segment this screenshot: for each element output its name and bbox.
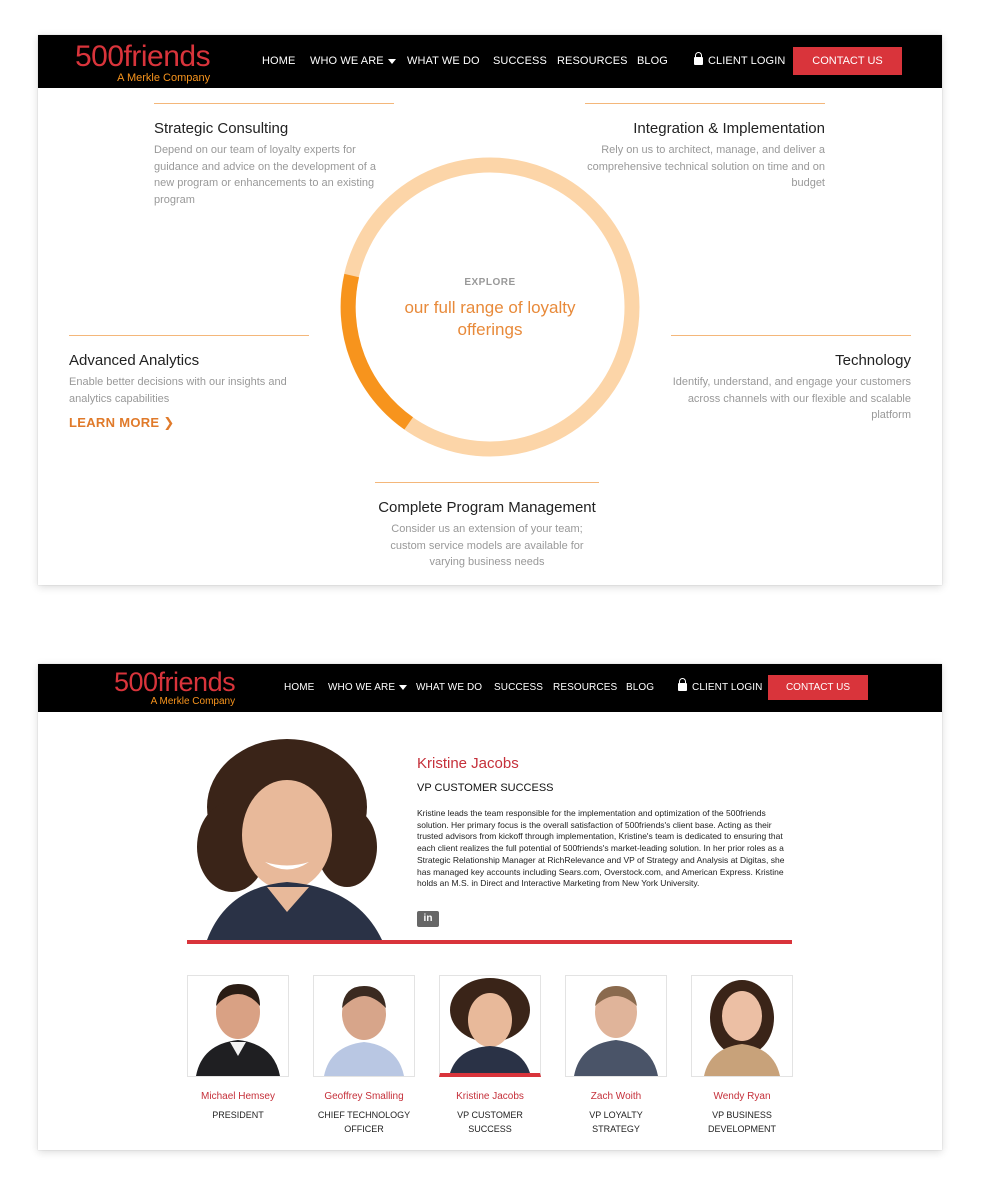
team-card-michael-hemsey[interactable]: Michael Hemsey PRESIDENT — [187, 975, 289, 1122]
divider — [69, 335, 309, 336]
offering-title: Complete Program Management — [378, 499, 596, 516]
top-nav: 500friends A Merkle Company HOME WHO WE … — [38, 35, 942, 88]
offering-description: Identify, understand, and engage your cu… — [672, 376, 911, 421]
team-card-wendy-ryan[interactable]: Wendy Ryan VP BUSINESS DEVELOPMENT — [691, 975, 793, 1136]
offering-title: Integration & Implementation — [633, 120, 825, 137]
logo[interactable]: 500friends A Merkle Company — [114, 667, 236, 708]
team-role: VP BUSINESS DEVELOPMENT — [707, 1110, 776, 1134]
chevron-down-icon — [387, 58, 396, 64]
contact-us-button[interactable]: CONTACT US — [768, 675, 868, 700]
offering-title: Advanced Analytics — [69, 352, 200, 369]
divider — [375, 482, 599, 483]
person-photo — [692, 976, 792, 1076]
offering-advanced-analytics[interactable]: Advanced Analytics Enable better decisio… — [69, 335, 309, 431]
team-name: Wendy Ryan — [713, 1091, 771, 1102]
team-card-zach-woith[interactable]: Zach Woith VP LOYALTY STRATEGY — [565, 975, 667, 1136]
team-role: VP LOYALTY STRATEGY — [589, 1110, 643, 1134]
chevron-right-icon: ❯ — [163, 415, 175, 430]
nav-who-we-are-label: WHO WE ARE — [328, 682, 396, 693]
nav-success[interactable]: SUCCESS — [494, 682, 543, 693]
team-photo[interactable] — [691, 975, 793, 1077]
lock-icon — [678, 678, 687, 691]
team-photo[interactable] — [439, 975, 541, 1077]
team-photo[interactable] — [313, 975, 415, 1077]
team-role: PRESIDENT — [212, 1110, 264, 1120]
nav-who-we-are[interactable]: WHO WE ARE — [328, 682, 408, 693]
offerings-ring[interactable]: EXPLORE our full range of loyalty offeri… — [340, 157, 640, 457]
nav-who-we-are-label: WHO WE ARE — [310, 55, 384, 67]
team-card-kristine-jacobs[interactable]: Kristine Jacobs VP CUSTOMER SUCCESS — [439, 975, 541, 1136]
top-nav: 500friends A Merkle Company HOME WHO WE … — [38, 664, 942, 712]
nav-home[interactable]: HOME — [284, 682, 314, 693]
team-photo[interactable] — [565, 975, 667, 1077]
team-role: CHIEF TECHNOLOGY OFFICER — [317, 1110, 411, 1134]
divider — [585, 103, 825, 104]
nav-what-we-do[interactable]: WHAT WE DO — [407, 55, 480, 67]
team-name: Geoffrey Smalling — [324, 1091, 404, 1102]
person-photo — [187, 737, 389, 940]
logo-tagline: A Merkle Company — [150, 696, 236, 707]
explore-label: EXPLORE — [464, 277, 516, 288]
offering-description: Enable better decisions with our insight… — [69, 376, 287, 405]
nav-home[interactable]: HOME — [262, 55, 295, 67]
client-login-link[interactable]: CLIENT LOGIN — [678, 678, 763, 693]
person-photo — [188, 976, 288, 1076]
offering-title: Strategic Consulting — [154, 120, 289, 137]
team-role: VP CUSTOMER SUCCESS — [457, 1110, 523, 1134]
nav-what-we-do[interactable]: WHAT WE DO — [416, 682, 482, 693]
profile-bio: Kristine leads the team responsible for … — [417, 808, 785, 889]
profile-name: Kristine Jacobs — [417, 755, 519, 772]
logo-wordmark: 500friends — [114, 667, 236, 697]
lock-icon — [694, 52, 703, 65]
nav-success[interactable]: SUCCESS — [493, 55, 547, 67]
client-login-label: CLIENT LOGIN — [708, 55, 786, 67]
profile-divider — [187, 940, 792, 944]
divider — [671, 335, 911, 336]
team-name: Michael Hemsey — [201, 1091, 275, 1102]
learn-more-link[interactable]: LEARN MORE ❯ — [69, 415, 309, 431]
team-screen: 500friends A Merkle Company HOME WHO WE … — [38, 664, 942, 1150]
logo-wordmark: 500friends — [75, 40, 211, 73]
person-photo — [566, 976, 666, 1076]
chevron-down-icon — [399, 684, 408, 690]
team-photo[interactable] — [187, 975, 289, 1077]
offering-title: Technology — [835, 352, 911, 369]
nav-blog[interactable]: BLOG — [626, 682, 654, 693]
client-login-label: CLIENT LOGIN — [692, 682, 763, 693]
offering-program-management[interactable]: Complete Program Management Consider us … — [375, 482, 599, 571]
profile-title: VP CUSTOMER SUCCESS — [417, 782, 554, 794]
offerings-screen: 500friends A Merkle Company HOME WHO WE … — [38, 35, 942, 585]
learn-more-label: LEARN MORE — [69, 415, 160, 430]
logo-tagline: A Merkle Company — [117, 72, 211, 84]
client-login-link[interactable]: CLIENT LOGIN — [694, 52, 786, 67]
offering-technology[interactable]: Technology Identify, understand, and eng… — [671, 335, 911, 424]
nav-resources[interactable]: RESOURCES — [553, 682, 617, 693]
nav-who-we-are[interactable]: WHO WE ARE — [310, 55, 396, 67]
team-card-geoffrey-smalling[interactable]: Geoffrey Smalling CHIEF TECHNOLOGY OFFIC… — [313, 975, 415, 1136]
team-name: Kristine Jacobs — [456, 1091, 524, 1102]
team-name: Zach Woith — [590, 1091, 642, 1102]
person-photo — [440, 976, 540, 1073]
person-photo — [314, 976, 414, 1076]
divider — [154, 103, 394, 104]
contact-us-button[interactable]: CONTACT US — [793, 47, 902, 75]
nav-resources[interactable]: RESOURCES — [557, 55, 628, 67]
linkedin-icon[interactable]: in — [417, 911, 439, 927]
profile-photo — [187, 737, 389, 940]
logo[interactable]: 500friends A Merkle Company — [75, 40, 211, 85]
offering-description: Consider us an extension of your team; c… — [390, 523, 584, 568]
nav-blog[interactable]: BLOG — [637, 55, 668, 67]
explore-text: our full range of loyalty offerings — [404, 298, 576, 339]
